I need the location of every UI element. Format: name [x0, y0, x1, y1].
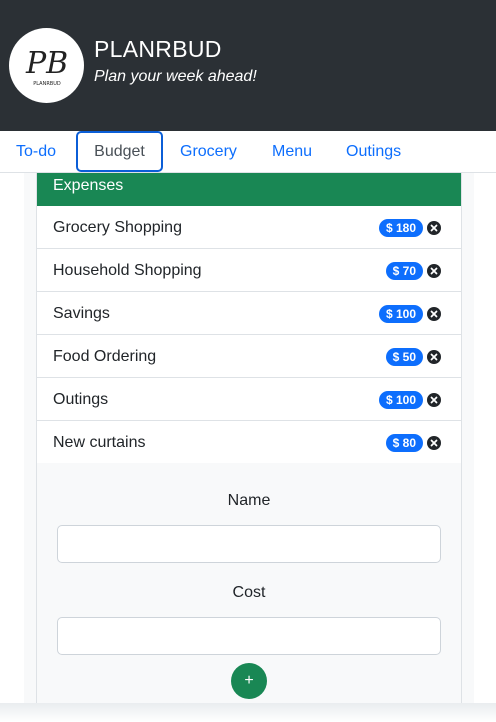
app-tagline: Plan your week ahead!	[94, 68, 257, 85]
amount-badge: $ 180	[378, 219, 423, 237]
tab-todo[interactable]: To-do	[16, 131, 56, 173]
expense-name: Household Shopping	[53, 262, 202, 279]
svg-text:PLANRBUD: PLANRBUD	[33, 81, 61, 87]
tab-bar: To-do Budget Grocery Menu Outings	[0, 131, 496, 173]
name-label: Name	[227, 492, 271, 509]
amount-badge: $ 70	[385, 262, 423, 280]
list-item: Grocery Shopping $ 180	[37, 206, 461, 249]
tab-menu[interactable]: Menu	[272, 131, 312, 173]
amount-badge: $ 100	[378, 305, 423, 323]
list-item: Outings $ 100	[37, 378, 461, 421]
expense-name: Grocery Shopping	[53, 219, 182, 236]
amount-badge: $ 50	[385, 348, 423, 366]
tab-budget[interactable]: Budget	[76, 131, 163, 172]
tab-grocery[interactable]: Grocery	[180, 131, 237, 173]
close-icon[interactable]	[427, 350, 441, 364]
bottom-edge	[0, 703, 496, 722]
tab-outings[interactable]: Outings	[346, 131, 401, 173]
cost-input[interactable]	[57, 617, 441, 655]
expenses-card: Expenses Grocery Shopping $ 180 Househol…	[36, 173, 462, 703]
expense-name: New curtains	[53, 434, 146, 451]
app-header: PB PLANRBUD PLANRBUD Plan your week ahea…	[0, 0, 496, 131]
expenses-header: Expenses	[37, 173, 461, 206]
expense-name: Food Ordering	[53, 348, 157, 365]
expense-name: Savings	[53, 305, 110, 322]
close-icon[interactable]	[427, 393, 441, 407]
amount-badge: $ 100	[378, 391, 423, 409]
logo-mark: PB PLANRBUD	[25, 46, 68, 87]
list-item: New curtains $ 80	[37, 421, 461, 464]
list-item: Savings $ 100	[37, 292, 461, 335]
name-input[interactable]	[57, 525, 441, 563]
add-expense-button[interactable]: +	[231, 663, 267, 699]
svg-text:PB: PB	[25, 46, 68, 81]
planrbud-logo: PB PLANRBUD	[9, 28, 84, 103]
app-title: PLANRBUD	[94, 36, 222, 62]
expense-name: Outings	[53, 391, 109, 408]
amount-badge: $ 80	[385, 434, 423, 452]
close-icon[interactable]	[427, 436, 441, 450]
list-item: Household Shopping $ 70	[37, 249, 461, 292]
close-icon[interactable]	[427, 264, 441, 278]
close-icon[interactable]	[427, 307, 441, 321]
cost-label: Cost	[232, 584, 266, 601]
close-icon[interactable]	[427, 221, 441, 235]
list-item: Food Ordering $ 50	[37, 335, 461, 378]
